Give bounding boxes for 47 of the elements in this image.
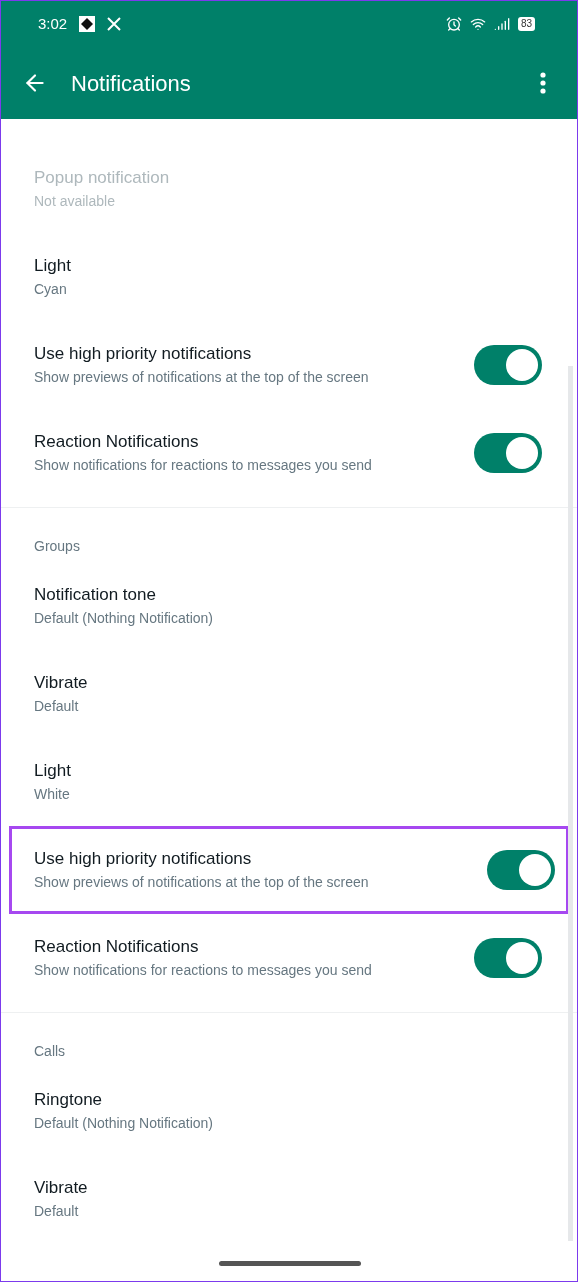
setting-row[interactable]: Notification tone Default (Nothing Notification): [1, 562, 577, 650]
toggle-switch[interactable]: [474, 938, 542, 978]
section-header: Calls: [34, 1042, 66, 1061]
setting-title: Vibrate: [34, 1177, 88, 1199]
setting-row[interactable]: Light White: [1, 738, 577, 826]
setting-row[interactable]: Reaction Notifications Show notifications for reactions to messages you send: [1, 914, 577, 1002]
screen-title: Notifications: [71, 69, 192, 98]
setting-subtitle: Default (Nothing Notification): [34, 1114, 213, 1133]
setting-subtitle: White: [34, 785, 71, 804]
setting-title: Notification tone: [34, 584, 157, 606]
setting-row[interactable]: Use high priority notifications Show previews of notifications at the top of the screen: [1, 321, 577, 409]
setting-title: Light: [34, 255, 71, 277]
setting-title: Ringtone: [34, 1089, 104, 1111]
signal-icon: [493, 16, 510, 32]
setting-title: Light: [34, 760, 71, 782]
status-time: 3:02: [38, 13, 68, 34]
alarm-icon: [445, 16, 462, 32]
battery-icon: 83: [517, 17, 535, 31]
setting-subtitle: Default: [34, 1202, 80, 1221]
setting-subtitle: Default: [34, 697, 80, 716]
setting-subtitle: Not available: [34, 192, 116, 211]
toggle-switch[interactable]: [474, 345, 542, 385]
setting-subtitle: Show notifications for reactions to messages you send: [34, 456, 372, 475]
setting-row[interactable]: Use high priority notifications Show previews of notifications at the top of the screen: [9, 826, 569, 914]
setting-title: Vibrate: [34, 672, 88, 694]
toggle-switch[interactable]: [487, 850, 555, 890]
setting-row[interactable]: Vibrate Default: [1, 650, 577, 738]
setting-row[interactable]: Light Cyan: [1, 233, 577, 321]
x-logo-icon: [107, 17, 122, 31]
setting-subtitle: Cyan: [34, 280, 68, 299]
setting-row[interactable]: Vibrate Default: [1, 1155, 577, 1243]
setting-title: Use high priority notifications: [34, 848, 253, 870]
setting-title: Popup notification: [34, 167, 170, 189]
wifi-icon: [469, 16, 486, 32]
toggle-switch[interactable]: [474, 433, 542, 473]
setting-title: Reaction Notifications: [34, 431, 200, 453]
setting-subtitle: Default (Nothing Notification): [34, 609, 213, 628]
setting-subtitle: Show previews of notifications at the top of the screen: [34, 873, 369, 892]
setting-subtitle: Show previews of notifications at the top of the screen: [34, 368, 369, 387]
setting-subtitle: Show notifications for reactions to messages you send: [34, 961, 372, 980]
more-options-icon: [540, 72, 546, 94]
app-logo-icon: [79, 16, 96, 32]
setting-row[interactable]: Reaction Notifications Show notifications for reactions to messages you send: [1, 409, 577, 497]
setting-title: Reaction Notifications: [34, 936, 200, 958]
setting-title: Use high priority notifications: [34, 343, 253, 365]
section-header: Groups: [34, 537, 80, 556]
setting-row[interactable]: Ringtone Default (Nothing Notification): [1, 1067, 577, 1155]
